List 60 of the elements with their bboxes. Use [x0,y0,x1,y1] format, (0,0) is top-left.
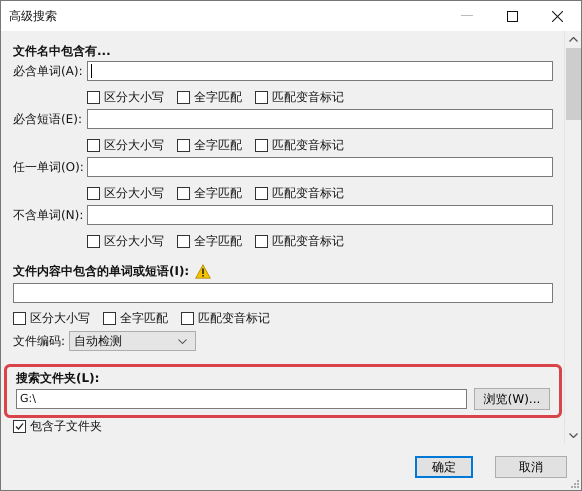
input-field[interactable] [87,109,553,129]
checkbox-label: 区分大小写 [30,310,90,326]
checkbox[interactable] [255,90,268,104]
section-heading: 搜索文件夹(L): [16,370,100,386]
input-field[interactable] [87,205,553,225]
checkbox[interactable] [177,90,190,104]
encoding-dropdown[interactable]: 自动检测 [69,331,196,351]
checkbox-label: 全字匹配 [194,232,242,250]
checkbox[interactable] [87,138,100,152]
resize-grip-icon[interactable] [571,480,579,488]
checkbox-label: 匹配变音标记 [272,232,344,250]
checkbox-label: 匹配变音标记 [272,88,344,106]
checkbox-label: 全字匹配 [194,184,242,202]
checkbox-label: 区分大小写 [104,136,164,154]
checkbox[interactable] [177,234,190,248]
field-label: 任一单词(O): [13,158,85,176]
input-field[interactable] [13,283,553,303]
input-field[interactable] [87,61,553,81]
checkbox-label: 全字匹配 [194,88,242,106]
window-title: 高级搜索 [9,8,57,24]
maximize-icon[interactable] [507,10,518,22]
chevron-down-icon [178,338,188,344]
checkbox-label: 匹配变音标记 [272,136,344,154]
checkbox-label: 全字匹配 [194,136,242,154]
section-heading: 文件内容中包含的单词或短语(I): [13,263,190,279]
dialog-button[interactable]: 确定 [415,456,473,478]
checkbox-label: 匹配变音标记 [198,310,270,326]
field-label: 必含单词(A): [13,62,84,80]
field-label: 文件编码: [13,332,66,350]
checkbox[interactable] [87,186,100,200]
checkbox-label: 包含子文件夹 [30,418,102,434]
checkbox-label: 区分大小写 [104,232,164,250]
folder-field[interactable]: G:\ [16,389,467,409]
checkbox[interactable] [255,234,268,248]
section-heading: 文件名中包含有... [13,43,112,59]
checkbox[interactable] [13,312,26,324]
scroll-thumb[interactable] [566,48,580,120]
checkbox[interactable] [103,312,116,324]
checkbox-label: 全字匹配 [120,310,168,326]
checkbox[interactable] [87,234,100,248]
checkbox[interactable] [181,312,194,324]
checkbox-label: 区分大小写 [104,184,164,202]
field-label: 不含单词(N): [13,206,84,224]
close-icon[interactable] [552,10,563,22]
checkbox[interactable] [177,138,190,152]
checkbox-label: 区分大小写 [104,88,164,106]
input-field[interactable] [87,157,553,177]
checkbox[interactable] [13,420,26,432]
checkbox[interactable] [177,186,190,200]
browse-button[interactable]: 浏览(W)... [474,388,550,410]
checkbox[interactable] [87,90,100,104]
checkbox[interactable] [255,138,268,152]
checkbox[interactable] [255,186,268,200]
scroll-down-icon[interactable] [568,433,578,438]
warning-icon [195,264,212,278]
scroll-up-icon[interactable] [568,37,578,42]
scrollbar[interactable] [564,31,581,444]
dialog-button[interactable]: 取消 [495,456,567,478]
checkbox-label: 匹配变音标记 [272,184,344,202]
field-label: 必含短语(E): [13,110,83,128]
